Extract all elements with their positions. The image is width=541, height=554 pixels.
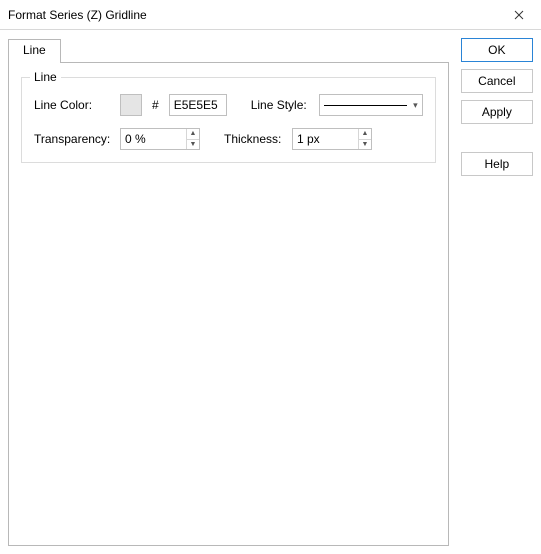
transparency-stepper[interactable]: ▲ ▼ bbox=[120, 128, 200, 150]
tab-content: Line Line Color: # Line Style: ▾ Transpa… bbox=[8, 62, 449, 546]
help-button[interactable]: Help bbox=[461, 152, 533, 176]
left-panel: Line Line Line Color: # Line Style: ▾ bbox=[8, 38, 449, 546]
spinner-arrows: ▲ ▼ bbox=[186, 129, 199, 149]
thickness-input[interactable] bbox=[293, 129, 358, 149]
color-swatch[interactable] bbox=[120, 94, 142, 116]
spinner-down-icon[interactable]: ▼ bbox=[187, 140, 199, 150]
thickness-label: Thickness: bbox=[224, 132, 284, 146]
spinner-up-icon[interactable]: ▲ bbox=[359, 129, 371, 140]
close-icon bbox=[514, 10, 524, 20]
tab-line[interactable]: Line bbox=[8, 39, 61, 63]
line-style-label: Line Style: bbox=[251, 98, 311, 112]
transparency-label: Transparency: bbox=[34, 132, 112, 146]
cancel-button[interactable]: Cancel bbox=[461, 69, 533, 93]
thickness-stepper[interactable]: ▲ ▼ bbox=[292, 128, 372, 150]
row-trans-thick: Transparency: ▲ ▼ Thickness: ▲ ▼ bbox=[34, 128, 423, 150]
window-title: Format Series (Z) Gridline bbox=[8, 8, 497, 22]
ok-button[interactable]: OK bbox=[461, 38, 533, 62]
group-title: Line bbox=[30, 70, 61, 84]
spinner-up-icon[interactable]: ▲ bbox=[187, 129, 199, 140]
transparency-input[interactable] bbox=[121, 129, 186, 149]
apply-button[interactable]: Apply bbox=[461, 100, 533, 124]
tabs-header: Line bbox=[8, 38, 449, 62]
hex-input[interactable] bbox=[169, 94, 227, 116]
line-style-preview bbox=[324, 105, 407, 106]
line-color-label: Line Color: bbox=[34, 98, 112, 112]
row-color-style: Line Color: # Line Style: ▾ bbox=[34, 94, 423, 116]
dialog-body: Line Line Line Color: # Line Style: ▾ bbox=[0, 30, 541, 554]
button-gap bbox=[461, 131, 533, 145]
close-button[interactable] bbox=[497, 0, 541, 30]
chevron-down-icon: ▾ bbox=[413, 100, 418, 111]
hash-label: # bbox=[152, 98, 159, 112]
group-line: Line Line Color: # Line Style: ▾ Transpa… bbox=[21, 77, 436, 163]
line-style-select[interactable]: ▾ bbox=[319, 94, 423, 116]
titlebar: Format Series (Z) Gridline bbox=[0, 0, 541, 30]
spinner-down-icon[interactable]: ▼ bbox=[359, 140, 371, 150]
spinner-arrows: ▲ ▼ bbox=[358, 129, 371, 149]
button-column: OK Cancel Apply Help bbox=[461, 38, 533, 546]
